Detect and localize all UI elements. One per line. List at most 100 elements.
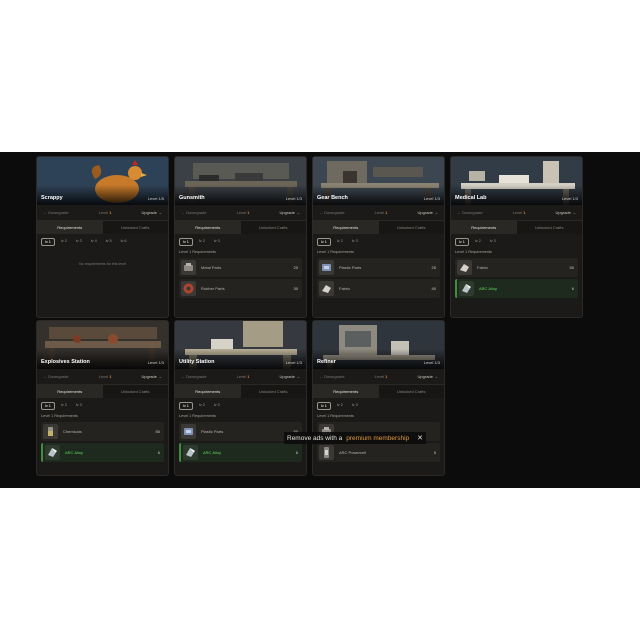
current-level: Level 1 — [512, 210, 526, 215]
requirement-quantity: 6 — [571, 286, 574, 291]
requirements-heading: Level 1 Requirements — [317, 250, 354, 254]
upgrade-button[interactable]: Upgrade → — [280, 210, 300, 215]
workstation-level: Level 1/5 — [147, 196, 164, 201]
tab-requirements[interactable]: Requirements — [313, 385, 379, 398]
workstation-image: Refiner Level 1/3 — [313, 321, 444, 369]
level-chip-1[interactable]: lv 1 — [179, 402, 193, 410]
workstation-level: Level 1/3 — [147, 360, 164, 365]
upgrade-button[interactable]: Upgrade → — [280, 374, 300, 379]
requirement-quantity: 6 — [295, 450, 298, 455]
requirements-heading: Level 1 Requirements — [455, 250, 492, 254]
requirement-name: Fabric — [477, 265, 489, 270]
level-chip-5[interactable]: lv 5 — [103, 238, 115, 246]
tab-requirements[interactable]: Requirements — [451, 221, 517, 234]
tab-requirements[interactable]: Requirements — [175, 221, 241, 234]
requirement-item: Chemicals 50 — [41, 422, 164, 441]
level-chip-2[interactable]: lv 2 — [196, 238, 208, 246]
level-chip-6[interactable]: lv 6 — [118, 238, 130, 246]
level-selector: lv 1 lv 2 lv 3 — [37, 398, 168, 412]
level-chip-2[interactable]: lv 2 — [196, 402, 208, 410]
level-chip-4[interactable]: lv 4 — [88, 238, 100, 246]
tab-unlocked-crafts[interactable]: Unlocked Crafts — [378, 385, 444, 398]
level-chip-3[interactable]: lv 3 — [211, 402, 223, 410]
requirement-quantity: 25 — [431, 265, 436, 270]
level-chip-1[interactable]: lv 1 — [317, 402, 331, 410]
downgrade-button[interactable]: ← Downgrade — [319, 210, 345, 215]
level-chip-1[interactable]: lv 1 — [317, 238, 331, 246]
card-tabs: Requirements Unlocked Crafts — [37, 385, 168, 398]
level-controls: ← Downgrade Level 1 Upgrade → — [313, 369, 444, 385]
level-chip-3[interactable]: lv 3 — [349, 238, 361, 246]
tab-requirements[interactable]: Requirements — [37, 385, 103, 398]
upgrade-button[interactable]: Upgrade → — [418, 374, 438, 379]
workstation-card-gunsmith: Gunsmith Level 1/3 ← Downgrade Level 1 Upgra… — [174, 156, 307, 318]
downgrade-button[interactable]: ← Downgrade — [181, 210, 207, 215]
downgrade-button[interactable]: ← Downgrade — [457, 210, 483, 215]
level-chip-3[interactable]: lv 3 — [211, 238, 223, 246]
level-chip-2[interactable]: lv 2 — [334, 402, 346, 410]
requirement-quantity: 30 — [293, 286, 298, 291]
workstation-card-scrappy: Scrappy Level 1/5 ← Downgrade Level 1 Upgrad… — [36, 156, 169, 318]
level-controls: ← Downgrade Level 1 Upgrade → — [37, 205, 168, 221]
level-chip-1[interactable]: lv 1 — [41, 402, 55, 410]
tab-unlocked-crafts[interactable]: Unlocked Crafts — [516, 221, 582, 234]
workstation-card-explosives-station: Explosives Station Level 1/3 ← Downgrade Le… — [36, 320, 169, 476]
workstation-card-medical-lab: Medical Lab Level 1/3 ← Downgrade Level 1 Up… — [450, 156, 583, 318]
card-tabs: Requirements Unlocked Crafts — [313, 385, 444, 398]
ad-banner-prefix: Remove ads with a — [287, 434, 343, 442]
tab-unlocked-crafts[interactable]: Unlocked Crafts — [102, 221, 168, 234]
downgrade-button[interactable]: ← Downgrade — [181, 374, 207, 379]
empty-requirements: No requirements for this level — [79, 262, 126, 266]
level-controls: ← Downgrade Level 1 Upgrade → — [37, 369, 168, 385]
tab-unlocked-crafts[interactable]: Unlocked Crafts — [378, 221, 444, 234]
chemicals-icon — [43, 424, 58, 439]
workstation-name: Scrappy — [41, 195, 63, 201]
tab-unlocked-crafts[interactable]: Unlocked Crafts — [240, 385, 306, 398]
downgrade-button[interactable]: ← Downgrade — [319, 374, 345, 379]
tab-unlocked-crafts[interactable]: Unlocked Crafts — [240, 221, 306, 234]
level-chip-1[interactable]: lv 1 — [179, 238, 193, 246]
requirement-item: Fabric 40 — [317, 279, 440, 298]
level-chip-3[interactable]: lv 3 — [73, 402, 85, 410]
level-chip-3[interactable]: lv 3 — [73, 238, 85, 246]
level-chip-3[interactable]: lv 3 — [349, 402, 361, 410]
upgrade-button[interactable]: Upgrade → — [142, 374, 162, 379]
workstation-name: Explosives Station — [41, 359, 90, 365]
level-chip-2[interactable]: lv 2 — [334, 238, 346, 246]
tab-unlocked-crafts[interactable]: Unlocked Crafts — [102, 385, 168, 398]
level-selector: lv 1 lv 2 lv 3 — [313, 234, 444, 248]
current-level: Level 1 — [98, 374, 112, 379]
requirement-item: ARC Powercell 5 — [317, 443, 440, 462]
requirement-name: Metal Parts — [201, 265, 222, 270]
premium-membership-link[interactable]: premium membership — [346, 435, 409, 442]
requirement-quantity: 50 — [569, 265, 574, 270]
tab-requirements[interactable]: Requirements — [37, 221, 103, 234]
downgrade-button[interactable]: ← Downgrade — [43, 374, 69, 379]
level-chip-1[interactable]: lv 1 — [455, 238, 469, 246]
upgrade-button[interactable]: Upgrade → — [142, 210, 162, 215]
requirement-name: ARC Alloy — [203, 450, 222, 455]
level-chip-3[interactable]: lv 3 — [487, 238, 499, 246]
arc-alloy-icon — [183, 445, 198, 460]
level-chip-2[interactable]: lv 2 — [58, 402, 70, 410]
workstation-image: Explosives Station Level 1/3 — [37, 321, 168, 369]
level-selector: lv 1 lv 2 lv 3 — [175, 398, 306, 412]
plastic-parts-icon — [181, 424, 196, 439]
upgrade-button[interactable]: Upgrade → — [418, 210, 438, 215]
requirement-item: Fabric 50 — [455, 258, 578, 277]
tab-requirements[interactable]: Requirements — [175, 385, 241, 398]
level-chip-1[interactable]: lv 1 — [41, 238, 55, 246]
ad-banner[interactable]: Remove ads with a premium membership ✕ — [284, 432, 427, 444]
level-chip-2[interactable]: lv 2 — [58, 238, 70, 246]
metal-parts-icon — [181, 260, 196, 275]
close-icon[interactable]: ✕ — [413, 434, 423, 442]
downgrade-button[interactable]: ← Downgrade — [43, 210, 69, 215]
level-controls: ← Downgrade Level 1 Upgrade → — [175, 205, 306, 221]
level-chip-2[interactable]: lv 2 — [472, 238, 484, 246]
requirement-name: Fabric — [339, 286, 351, 291]
fabric-icon — [457, 260, 472, 275]
tab-requirements[interactable]: Requirements — [313, 221, 379, 234]
upgrade-button[interactable]: Upgrade → — [556, 210, 576, 215]
workstation-name: Refiner — [317, 359, 336, 365]
requirement-name: Chemicals — [63, 429, 82, 434]
